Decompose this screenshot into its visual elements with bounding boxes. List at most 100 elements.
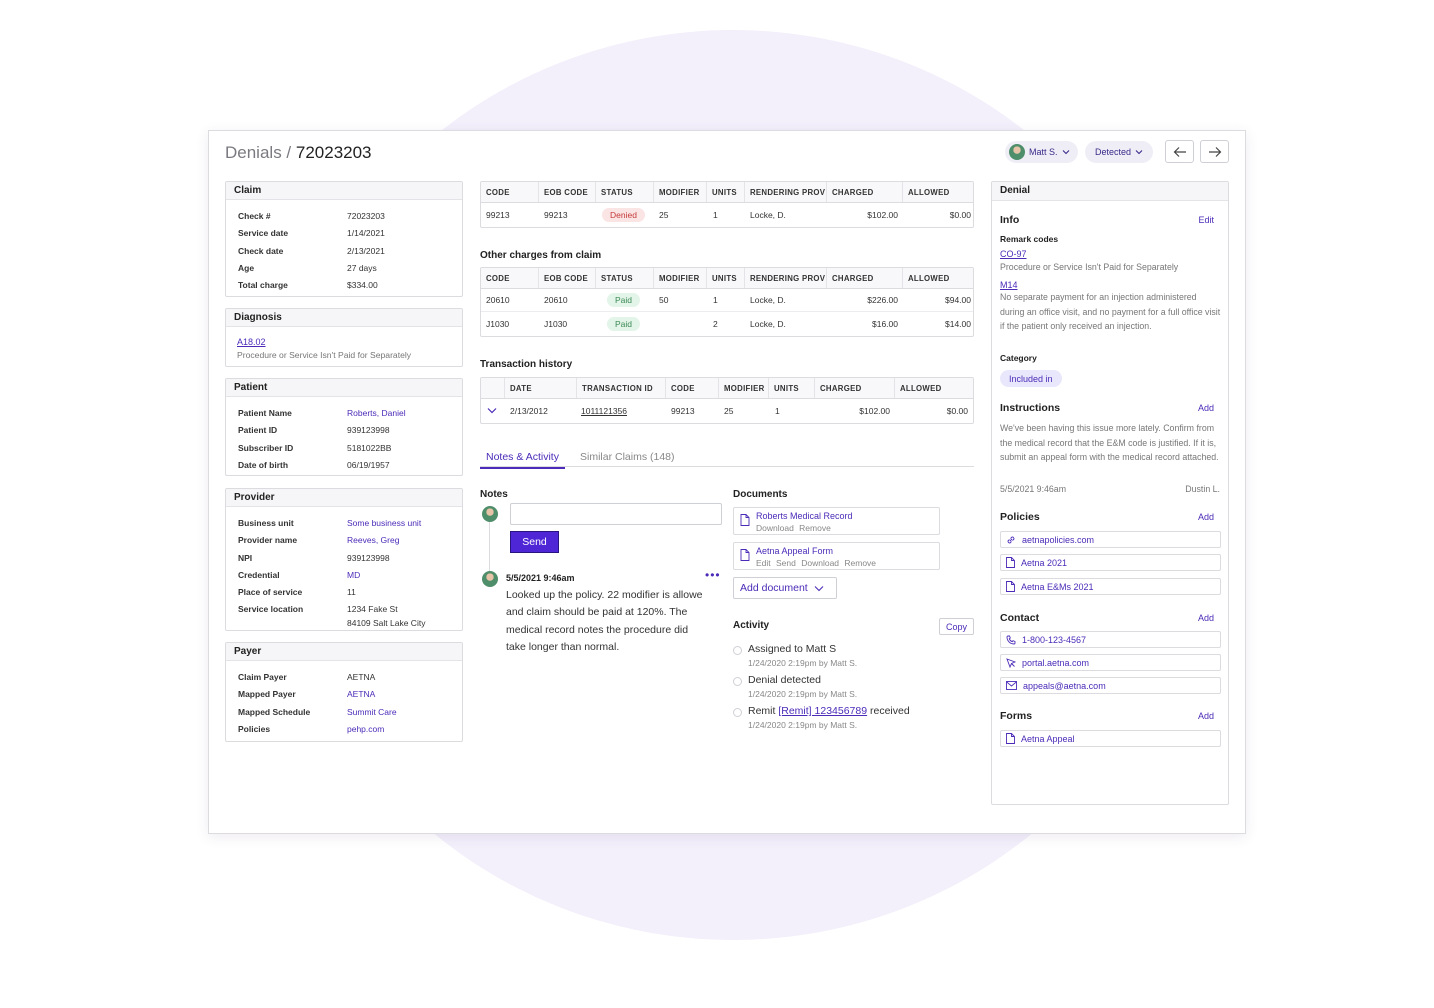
document-actions[interactable]: Download Remove <box>756 523 831 533</box>
claim-row: Check #72023203 <box>238 211 385 221</box>
contact-item[interactable]: 1-800-123-4567 <box>1000 631 1221 648</box>
document-item[interactable]: Aetna Appeal Form Edit Send Download Rem… <box>733 542 940 570</box>
chevron-down-icon <box>1135 149 1143 155</box>
provider-row: Provider name Reeves, Greg <box>238 535 400 546</box>
add-form-button[interactable]: Add <box>1198 711 1214 721</box>
provider-panel: Provider Business unit Some business unit… <box>225 488 463 631</box>
phone-icon <box>1006 635 1016 645</box>
arrow-left-icon <box>1173 146 1187 158</box>
previous-button[interactable] <box>1165 140 1194 163</box>
mapped-payer-link[interactable]: AETNA <box>347 689 375 699</box>
provider-row: Place of service 11 <box>238 587 356 598</box>
avatar <box>1009 144 1025 160</box>
table-header-row: DATE TRANSACTION ID CODE MODIFIER UNITS … <box>481 378 973 399</box>
policy-item[interactable]: Aetna 2021 <box>1000 554 1221 571</box>
next-button[interactable] <box>1200 140 1229 163</box>
breadcrumb[interactable]: Denials / <box>225 143 291 162</box>
timeline-dot <box>733 646 742 655</box>
policies-title: Policies <box>1000 511 1040 523</box>
note-input[interactable] <box>510 503 722 525</box>
remark-codes-title: Remark codes <box>1000 234 1059 244</box>
policy-item[interactable]: aetnapolicies.com <box>1000 531 1221 548</box>
add-policy-button[interactable]: Add <box>1198 512 1214 522</box>
contact-item[interactable]: portal.aetna.com <box>1000 654 1221 671</box>
remark-description: No separate payment for an injection adm… <box>1000 292 1221 331</box>
provider-row: 84109 Salt Lake City <box>347 617 426 628</box>
status-dropdown[interactable]: Detected <box>1085 141 1154 163</box>
transaction-id-link[interactable]: 1011121356 <box>581 399 627 422</box>
table-row[interactable]: 2/13/2012 1011121356 99213 25 1 $102.00 … <box>481 399 973 422</box>
mapped-schedule-link[interactable]: Summit Care <box>347 707 397 717</box>
policies-link[interactable]: pehp.com <box>347 724 384 734</box>
claim-panel: Claim Check #72023203 Service date 1/14/2… <box>225 181 463 297</box>
patient-name-link[interactable]: Roberts, Daniel <box>347 408 406 418</box>
note-text: Looked up the policy. 22 modifier is all… <box>506 589 703 653</box>
document-icon <box>740 549 750 561</box>
user-dropdown[interactable]: Matt S. <box>1005 141 1078 163</box>
instructions-author: Dustin L. <box>1185 484 1220 494</box>
expand-chevron-icon[interactable] <box>487 399 497 422</box>
send-button[interactable]: Send <box>510 531 559 553</box>
patient-row: Patient ID 939123998 <box>238 425 390 436</box>
remark-code-link[interactable]: M14 <box>1000 280 1018 290</box>
payer-panel-title: Payer <box>226 643 462 661</box>
payer-row: Mapped Schedule Summit Care <box>238 706 397 717</box>
more-options-icon[interactable]: ••• <box>705 568 721 582</box>
remark-code-link[interactable]: CO-97 <box>1000 249 1027 259</box>
remit-link[interactable]: [Remit] 123456789 <box>778 705 867 717</box>
charge-table: CODE EOB CODE STATUS MODIFIER UNITS REND… <box>480 181 974 228</box>
document-name[interactable]: Roberts Medical Record <box>756 511 853 521</box>
arrow-right-icon <box>1208 146 1222 158</box>
add-instruction-button[interactable]: Add <box>1198 403 1214 413</box>
document-name[interactable]: Aetna Appeal Form <box>756 546 833 556</box>
claim-row: Check date 2/13/2021 <box>238 245 385 256</box>
patient-row: Date of birth 06/19/1957 <box>238 459 390 470</box>
status-badge: Paid <box>607 293 641 307</box>
claim-row: Age 27 days <box>238 262 377 273</box>
diagnosis-code-link[interactable]: A18.02 <box>237 337 266 347</box>
policy-item[interactable]: Aetna E&Ms 2021 <box>1000 578 1221 595</box>
notes-title: Notes <box>480 489 508 500</box>
link-icon <box>1006 535 1016 545</box>
other-charges-title: Other charges from claim <box>480 250 602 261</box>
instructions-title: Instructions <box>1000 402 1061 414</box>
copy-button[interactable]: Copy <box>939 618 974 635</box>
contact-item[interactable]: appeals@aetna.com <box>1000 677 1221 694</box>
add-document-button[interactable]: Add document <box>733 577 837 599</box>
mail-icon <box>1006 681 1017 690</box>
user-name: Matt S. <box>1029 147 1058 157</box>
instructions-text: We've been having this issue more lately… <box>1000 423 1219 462</box>
denial-panel-title: Denial <box>992 182 1228 201</box>
avatar <box>482 506 498 522</box>
instructions-date: 5/5/2021 9:46am <box>1000 484 1067 494</box>
timeline-dot <box>733 708 742 717</box>
add-contact-button[interactable]: Add <box>1198 613 1214 623</box>
credential-link[interactable]: MD <box>347 570 360 580</box>
table-header-row: CODE EOB CODE STATUS MODIFIER UNITS REND… <box>481 268 973 289</box>
document-actions[interactable]: Edit Send Download Remove <box>756 558 876 568</box>
table-row[interactable]: J1030 J1030 Paid 2 Locke, D. $16.00 $14.… <box>481 312 973 335</box>
business-unit-link[interactable]: Some business unit <box>347 518 421 528</box>
cursor-icon <box>1006 657 1016 668</box>
status-label: Detected <box>1095 147 1132 157</box>
add-document-label: Add document <box>740 582 808 594</box>
diagnosis-description: Procedure or Service Isn't Paid for Sepa… <box>237 350 412 360</box>
tab-similar-claims[interactable]: Similar Claims (148) <box>580 451 675 463</box>
activity-title: Activity <box>733 620 770 631</box>
table-row[interactable]: 99213 99213 Denied 25 1 Locke, D. $102.0… <box>481 203 973 226</box>
category-title: Category <box>1000 353 1037 363</box>
category-badge: Included in <box>1000 370 1062 387</box>
form-item[interactable]: Aetna Appeal <box>1000 730 1221 747</box>
provider-name-link[interactable]: Reeves, Greg <box>347 535 399 545</box>
payer-row: Policies pehp.com <box>238 723 385 734</box>
table-header-row: CODE EOB CODE STATUS MODIFIER UNITS REND… <box>481 182 973 203</box>
tab-notes-activity[interactable]: Notes & Activity <box>480 451 565 469</box>
claim-panel-title: Claim <box>226 182 462 200</box>
edit-button[interactable]: Edit <box>1198 215 1214 225</box>
other-charges-table: CODE EOB CODE STATUS MODIFIER UNITS REND… <box>480 267 974 337</box>
document-item[interactable]: Roberts Medical Record Download Remove <box>733 507 940 535</box>
app-window: Denials / 72023203 Matt S. Detected Clai… <box>208 130 1246 834</box>
claim-id: 72023203 <box>295 143 372 162</box>
table-row[interactable]: 20610 20610 Paid 50 1 Locke, D. $226.00 … <box>481 289 973 312</box>
diagnosis-panel-title: Diagnosis <box>226 309 462 327</box>
